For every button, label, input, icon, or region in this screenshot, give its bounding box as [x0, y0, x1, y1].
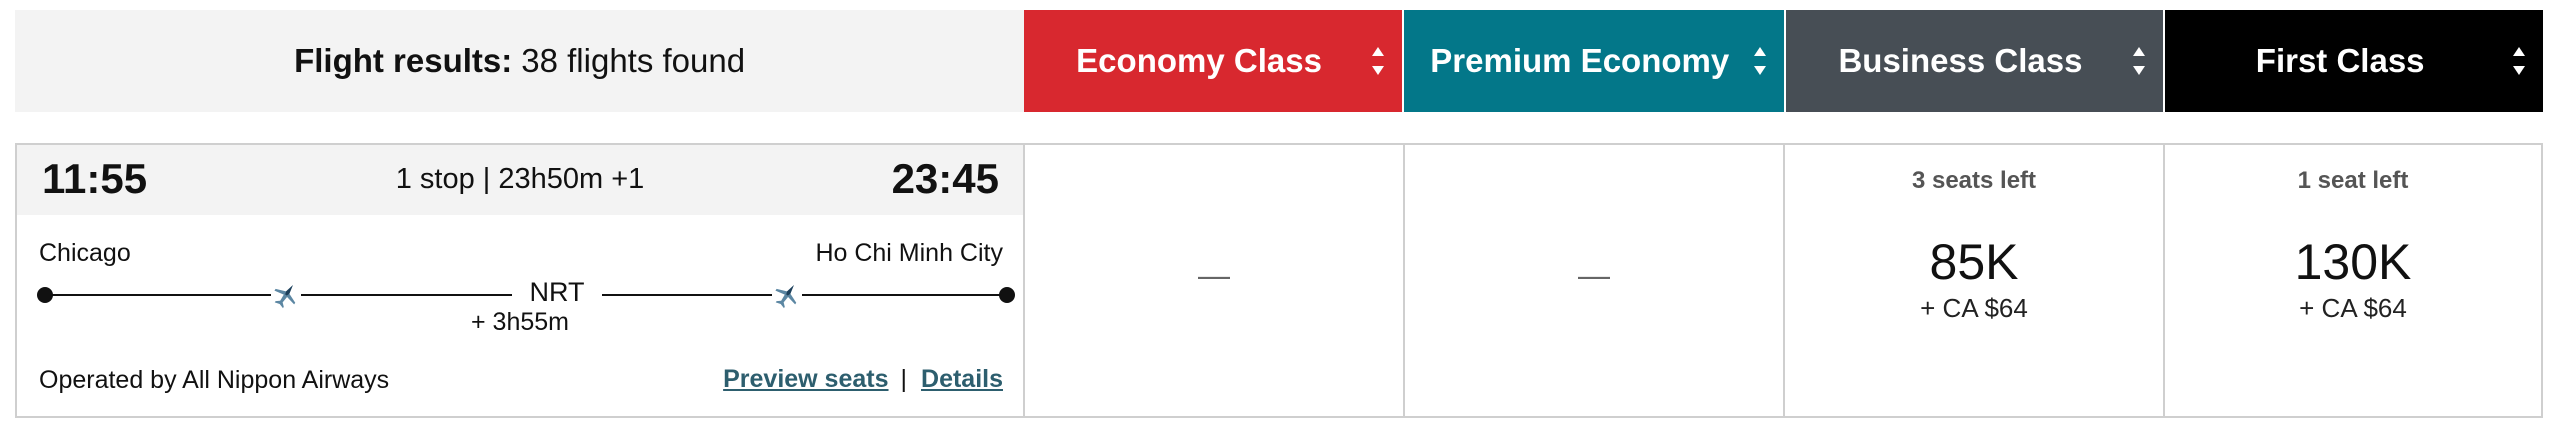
stop-airport-code: NRT [512, 277, 602, 308]
link-separator: | [900, 365, 908, 393]
fare-taxes: + CA $64 [1920, 293, 2028, 323]
fare-unavailable: — [1198, 257, 1230, 293]
sort-icon [2133, 47, 2146, 75]
tab-business-class[interactable]: Business Class [1785, 10, 2164, 112]
fare-cell-premium-economy: — [1405, 145, 1785, 416]
destination-city: Ho Chi Minh City [815, 239, 1003, 267]
operated-by: Operated by All Nippon Airways [39, 366, 390, 394]
seats-left: 1 seat left [2297, 167, 2409, 194]
fare-taxes: + CA $64 [2299, 293, 2407, 323]
tab-premium-label: Premium Economy [1430, 42, 1730, 79]
tab-first-class[interactable]: First Class [2165, 10, 2544, 112]
stops-duration: 1 stop | 23h50m +1 [395, 163, 645, 195]
fare-cell-first[interactable]: 1 seat left 130K + CA $64 [2165, 145, 2541, 416]
origin-dot [37, 287, 53, 303]
tab-first-label: First Class [2255, 42, 2425, 79]
arrival-time: 23:45 [891, 155, 999, 202]
plane-icon [271, 281, 301, 309]
details-link[interactable]: Details [921, 365, 1003, 394]
preview-seats-link[interactable]: Preview seats [723, 365, 888, 394]
layover-time: + 3h55m [471, 308, 569, 336]
fare-unavailable: — [1578, 257, 1610, 293]
sort-icon [1371, 47, 1384, 75]
tab-economy-label: Economy Class [1076, 42, 1322, 79]
results-count: 38 flights found [521, 42, 746, 79]
fare-points: 85K [1929, 234, 2019, 290]
fare-points: 130K [2294, 234, 2412, 290]
plane-icon [772, 281, 802, 309]
tab-premium-economy[interactable]: Premium Economy [1403, 10, 1784, 112]
sort-icon [1753, 47, 1766, 75]
flight-links: Preview seats | Details [723, 365, 1003, 394]
flight-info: 11:55 1 stop | 23h50m +1 23:45 Chicago H… [17, 145, 1025, 416]
tab-economy-class[interactable]: Economy Class [1024, 10, 1402, 112]
results-header: Flight results: 38 flights found Economy… [15, 10, 2544, 112]
flight-result-row: 11:55 1 stop | 23h50m +1 23:45 Chicago H… [15, 143, 2543, 418]
results-label: Flight results: [294, 42, 513, 79]
sort-icon [2513, 47, 2526, 75]
fare-cell-economy: — [1025, 145, 1405, 416]
destination-dot [999, 287, 1015, 303]
results-summary: Flight results: 38 flights found [15, 10, 1025, 112]
fare-cell-business[interactable]: 3 seats left 85K + CA $64 [1785, 145, 2165, 416]
origin-city: Chicago [39, 239, 131, 267]
time-bar: 11:55 1 stop | 23h50m +1 23:45 [17, 145, 1023, 215]
seats-left: 3 seats left [1911, 167, 2037, 194]
tab-business-label: Business Class [1838, 42, 2083, 79]
